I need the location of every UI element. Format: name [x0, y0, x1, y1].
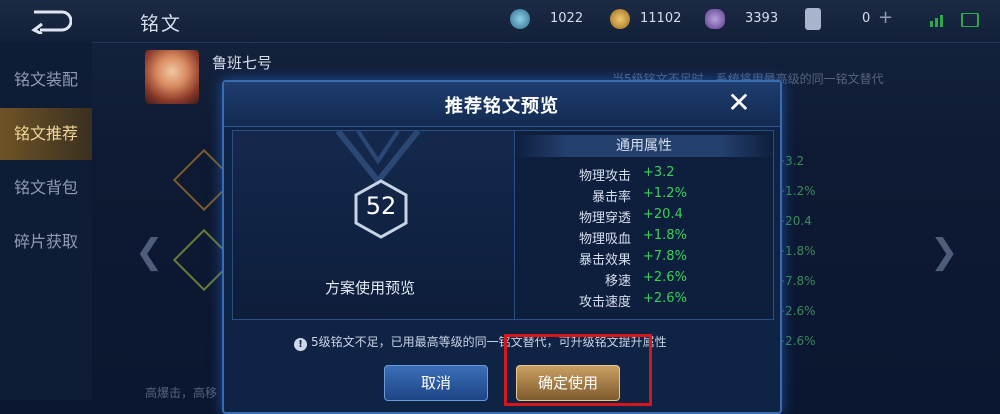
- rune-preview-dialog: 推荐铭文预览 ✕ 52 方案使用预览 通用属性 物理攻击 +3.2 暴击率 +1…: [222, 80, 782, 414]
- sidebar-item-fragment-obtain[interactable]: 碎片获取: [0, 216, 92, 268]
- stat-row: 物理穿透 +20.4: [578, 207, 683, 226]
- signal-icon: [930, 13, 979, 27]
- card-icon: [805, 8, 821, 30]
- cancel-button[interactable]: 取消: [384, 365, 488, 401]
- rune-fragment-icon: [705, 9, 725, 29]
- gold-coin-icon: [610, 9, 630, 29]
- diamond-icon: [510, 9, 530, 29]
- highlight-box: [504, 334, 652, 406]
- back-icon[interactable]: [28, 8, 72, 34]
- stat-row: 移速 +2.6%: [604, 270, 687, 289]
- behind-bottom-text: 高爆击，高移: [145, 386, 218, 400]
- diamond-count: 1022: [550, 11, 584, 26]
- preview-panel: 52 方案使用预览: [232, 130, 516, 320]
- sidebar: 铭文装配 铭文推荐 铭文背包 碎片获取: [0, 42, 92, 400]
- info-icon: !: [294, 338, 307, 351]
- stat-row: 暴击效果 +7.8%: [578, 249, 687, 268]
- stat-row: 物理吸血 +1.8%: [578, 228, 687, 247]
- sidebar-item-rune-equip[interactable]: 铭文装配: [0, 54, 92, 106]
- preview-label: 方案使用预览: [324, 279, 415, 297]
- gold-count: 11102: [640, 11, 682, 26]
- top-bar: 铭文 1022 11102 3393 0 +: [0, 0, 1000, 43]
- rune-level: 52: [365, 192, 397, 220]
- sidebar-item-rune-bag[interactable]: 铭文背包: [0, 162, 92, 214]
- close-button[interactable]: ✕: [724, 88, 754, 118]
- stat-row: 暴击率 +1.2%: [591, 186, 687, 205]
- stat-panel: 通用属性 物理攻击 +3.2 暴击率 +1.2% 物理穿透 +20.4 物理吸血…: [514, 130, 774, 320]
- sidebar-item-rune-recommend[interactable]: 铭文推荐: [0, 108, 92, 160]
- stats-header: 通用属性: [515, 135, 773, 157]
- next-arrow-icon[interactable]: ❯: [930, 232, 959, 272]
- card-count: 0: [862, 11, 871, 26]
- page-title: 铭文: [140, 13, 183, 35]
- dialog-title: 推荐铭文预览: [445, 96, 559, 117]
- stat-row: 物理攻击 +3.2: [578, 165, 675, 184]
- hero-name: 鲁班七号: [212, 54, 273, 72]
- dialog-header: 推荐铭文预览 ✕: [224, 82, 780, 127]
- stat-row: 攻击速度 +2.6%: [578, 291, 687, 310]
- prev-arrow-icon[interactable]: ❮: [135, 232, 164, 272]
- fragment-count: 3393: [745, 11, 779, 26]
- hero-avatar: [145, 50, 199, 104]
- add-icon[interactable]: +: [878, 7, 893, 28]
